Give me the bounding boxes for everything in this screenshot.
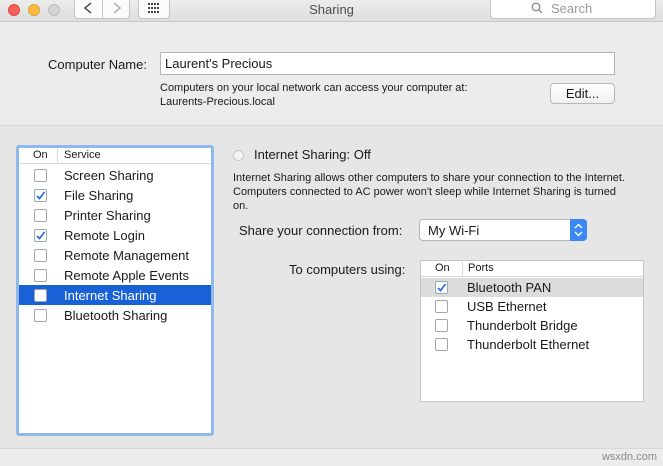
search-placeholder: Search <box>551 1 593 16</box>
to-computers-label: To computers using: <box>289 262 406 277</box>
port-label: USB Ethernet <box>467 299 547 314</box>
ports-header: On Ports <box>421 261 643 277</box>
chevron-right-icon <box>113 2 122 14</box>
service-label: Printer Sharing <box>64 208 151 223</box>
service-checkbox[interactable] <box>34 269 47 282</box>
internet-sharing-description: Internet Sharing allows other computers … <box>233 172 625 212</box>
port-checkbox[interactable] <box>435 338 448 351</box>
internet-sharing-status-indicator <box>233 150 244 161</box>
computer-name-input[interactable]: Laurent's Precious <box>160 52 615 75</box>
share-from-label: Share your connection from: <box>239 223 403 238</box>
ports-header-divider <box>462 261 463 277</box>
service-row[interactable]: Remote Login <box>19 225 211 245</box>
checkmark-icon <box>36 191 46 200</box>
service-label: Remote Apple Events <box>64 268 190 283</box>
port-checkbox[interactable] <box>435 300 448 313</box>
port-checkbox[interactable] <box>435 319 448 332</box>
port-label: Thunderbolt Ethernet <box>467 337 590 352</box>
port-label: Thunderbolt Bridge <box>467 318 578 333</box>
edit-hostname-button[interactable]: Edit... <box>550 83 615 104</box>
checkmark-icon <box>437 283 447 292</box>
service-label: File Sharing <box>64 188 134 203</box>
port-checkbox[interactable] <box>435 281 448 294</box>
show-all-button[interactable] <box>138 0 170 19</box>
updown-arrows-icon <box>570 219 587 241</box>
header-column-divider <box>57 148 58 164</box>
services-col-on: On <box>33 149 48 161</box>
port-row[interactable]: Bluetooth PAN <box>421 278 643 297</box>
share-from-select[interactable]: My Wi-Fi <box>419 219 587 241</box>
navigation-buttons <box>74 0 130 19</box>
search-field[interactable]: Search <box>490 0 656 19</box>
service-label: Remote Login <box>64 228 145 243</box>
service-row[interactable]: Remote Apple Events <box>19 265 211 285</box>
service-checkbox[interactable] <box>34 189 47 202</box>
service-row[interactable]: Internet Sharing <box>19 285 211 305</box>
service-checkbox[interactable] <box>34 289 47 302</box>
service-row[interactable]: Screen Sharing <box>19 165 211 185</box>
ports-list[interactable]: On Ports Bluetooth PAN USB Ethernet Thunde… <box>420 260 644 402</box>
port-row[interactable]: Thunderbolt Ethernet <box>421 335 643 354</box>
services-list[interactable]: On Service Screen Sharing File Sharing Pri… <box>16 145 214 436</box>
port-row[interactable]: USB Ethernet <box>421 297 643 316</box>
window-bottom-bar: wsxdn.com <box>0 448 663 466</box>
service-checkbox[interactable] <box>34 309 47 322</box>
computer-address-info: Computers on your local network can acce… <box>160 81 468 109</box>
address-info-text: Computers on your local network can acce… <box>160 82 468 94</box>
back-button[interactable] <box>75 0 102 18</box>
ports-col-ports: Ports <box>468 262 494 274</box>
forward-button[interactable] <box>103 0 130 18</box>
service-label: Remote Management <box>64 248 190 263</box>
service-label: Internet Sharing <box>64 288 157 303</box>
grid-icon <box>148 3 159 13</box>
share-from-value: My Wi-Fi <box>428 223 480 238</box>
ports-col-on: On <box>435 262 450 274</box>
checkmark-icon <box>36 231 46 240</box>
service-row[interactable]: File Sharing <box>19 185 211 205</box>
service-checkbox[interactable] <box>34 249 47 262</box>
services-header: On Service <box>19 148 211 164</box>
port-row[interactable]: Thunderbolt Bridge <box>421 316 643 335</box>
watermark-text: wsxdn.com <box>601 451 657 463</box>
port-label: Bluetooth PAN <box>467 280 552 295</box>
service-row[interactable]: Bluetooth Sharing <box>19 305 211 325</box>
internet-sharing-status: Internet Sharing: Off <box>254 147 371 162</box>
service-label: Screen Sharing <box>64 168 154 183</box>
service-checkbox[interactable] <box>34 169 47 182</box>
service-row[interactable]: Printer Sharing <box>19 205 211 225</box>
local-hostname: Laurents-Precious.local <box>160 96 275 108</box>
service-checkbox[interactable] <box>34 229 47 242</box>
chevron-left-icon <box>83 2 92 14</box>
search-icon <box>531 2 543 14</box>
services-col-service: Service <box>64 149 101 161</box>
service-label: Bluetooth Sharing <box>64 308 168 323</box>
service-checkbox[interactable] <box>34 209 47 222</box>
service-row[interactable]: Remote Management <box>19 245 211 265</box>
computer-name-label: Computer Name: <box>48 57 147 72</box>
